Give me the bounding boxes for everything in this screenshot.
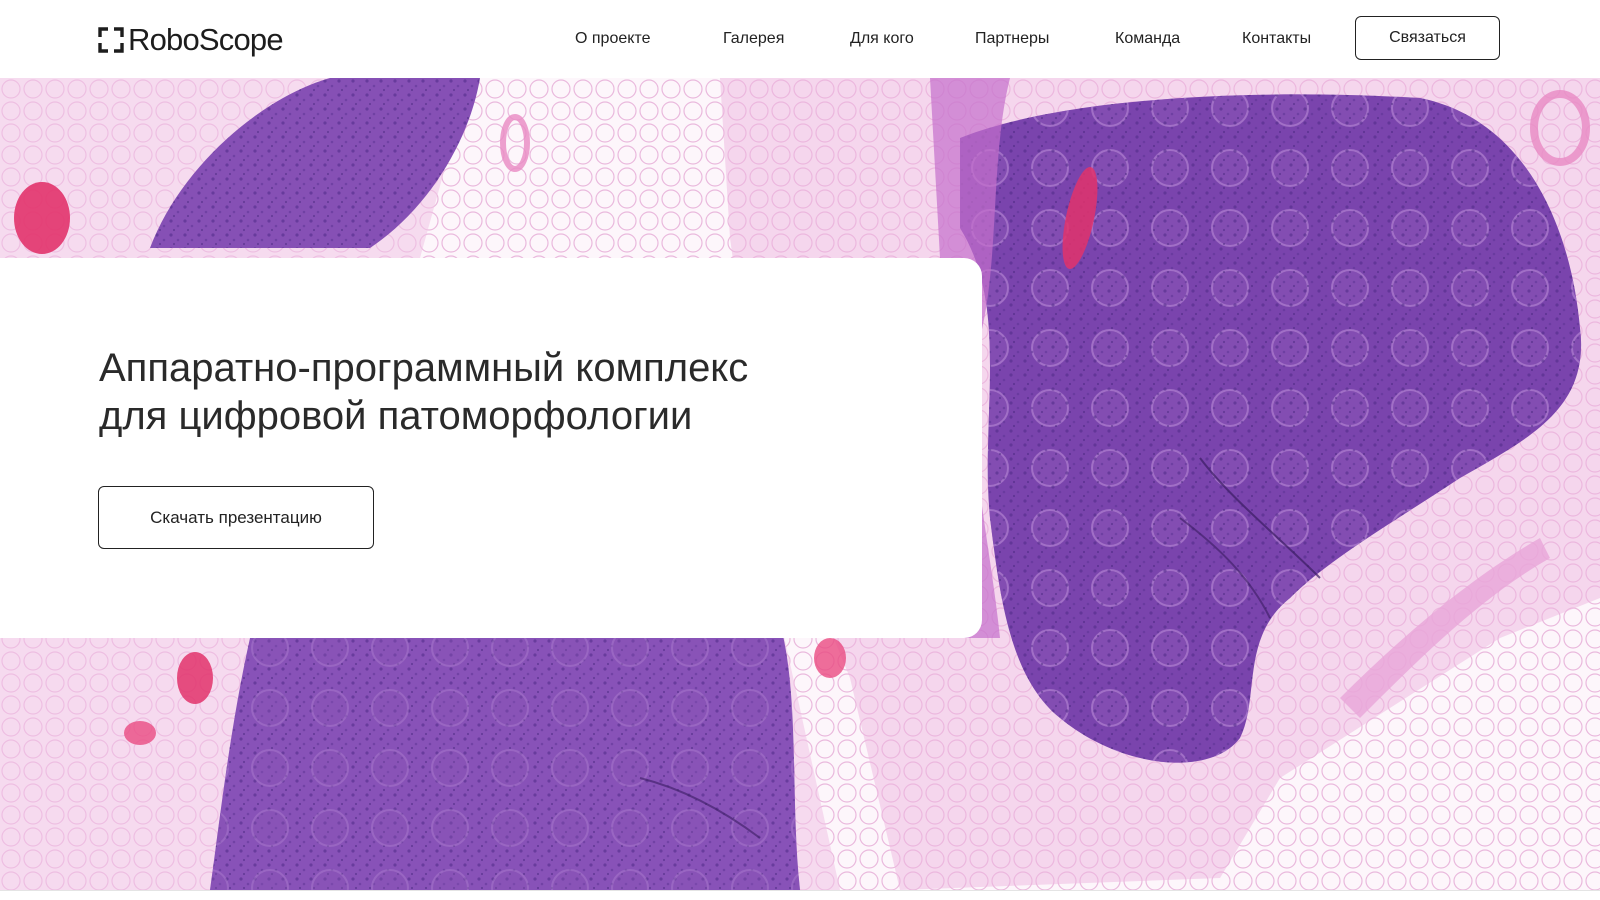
nav-item-gallery[interactable]: Галерея [723,30,784,48]
logo-text: RoboScope [128,22,284,57]
logo[interactable]: RoboScope [98,20,284,60]
landing-page: RoboScope О проекте Галерея Для кого Пар… [0,0,1600,900]
site-header: RoboScope О проекте Галерея Для кого Пар… [0,0,1600,78]
hero-card: Аппаратно-программный комплекс для цифро… [0,258,982,638]
download-presentation-button[interactable]: Скачать презентацию [98,486,374,549]
hero-title: Аппаратно-программный комплекс для цифро… [99,344,919,440]
nav-item-contacts[interactable]: Контакты [1242,30,1311,48]
page-bottom-divider [0,890,1600,900]
hero-title-line-2: для цифровой патоморфологии [99,394,693,438]
hero-title-line-1: Аппаратно-программный комплекс [99,346,749,390]
nav-item-team[interactable]: Команда [1115,30,1180,48]
logo-frame-icon [98,27,124,53]
contact-button[interactable]: Связаться [1355,16,1500,60]
nav-item-partners[interactable]: Партнеры [975,30,1049,48]
nav-item-audience[interactable]: Для кого [850,30,914,48]
nav-item-about[interactable]: О проекте [575,30,650,48]
